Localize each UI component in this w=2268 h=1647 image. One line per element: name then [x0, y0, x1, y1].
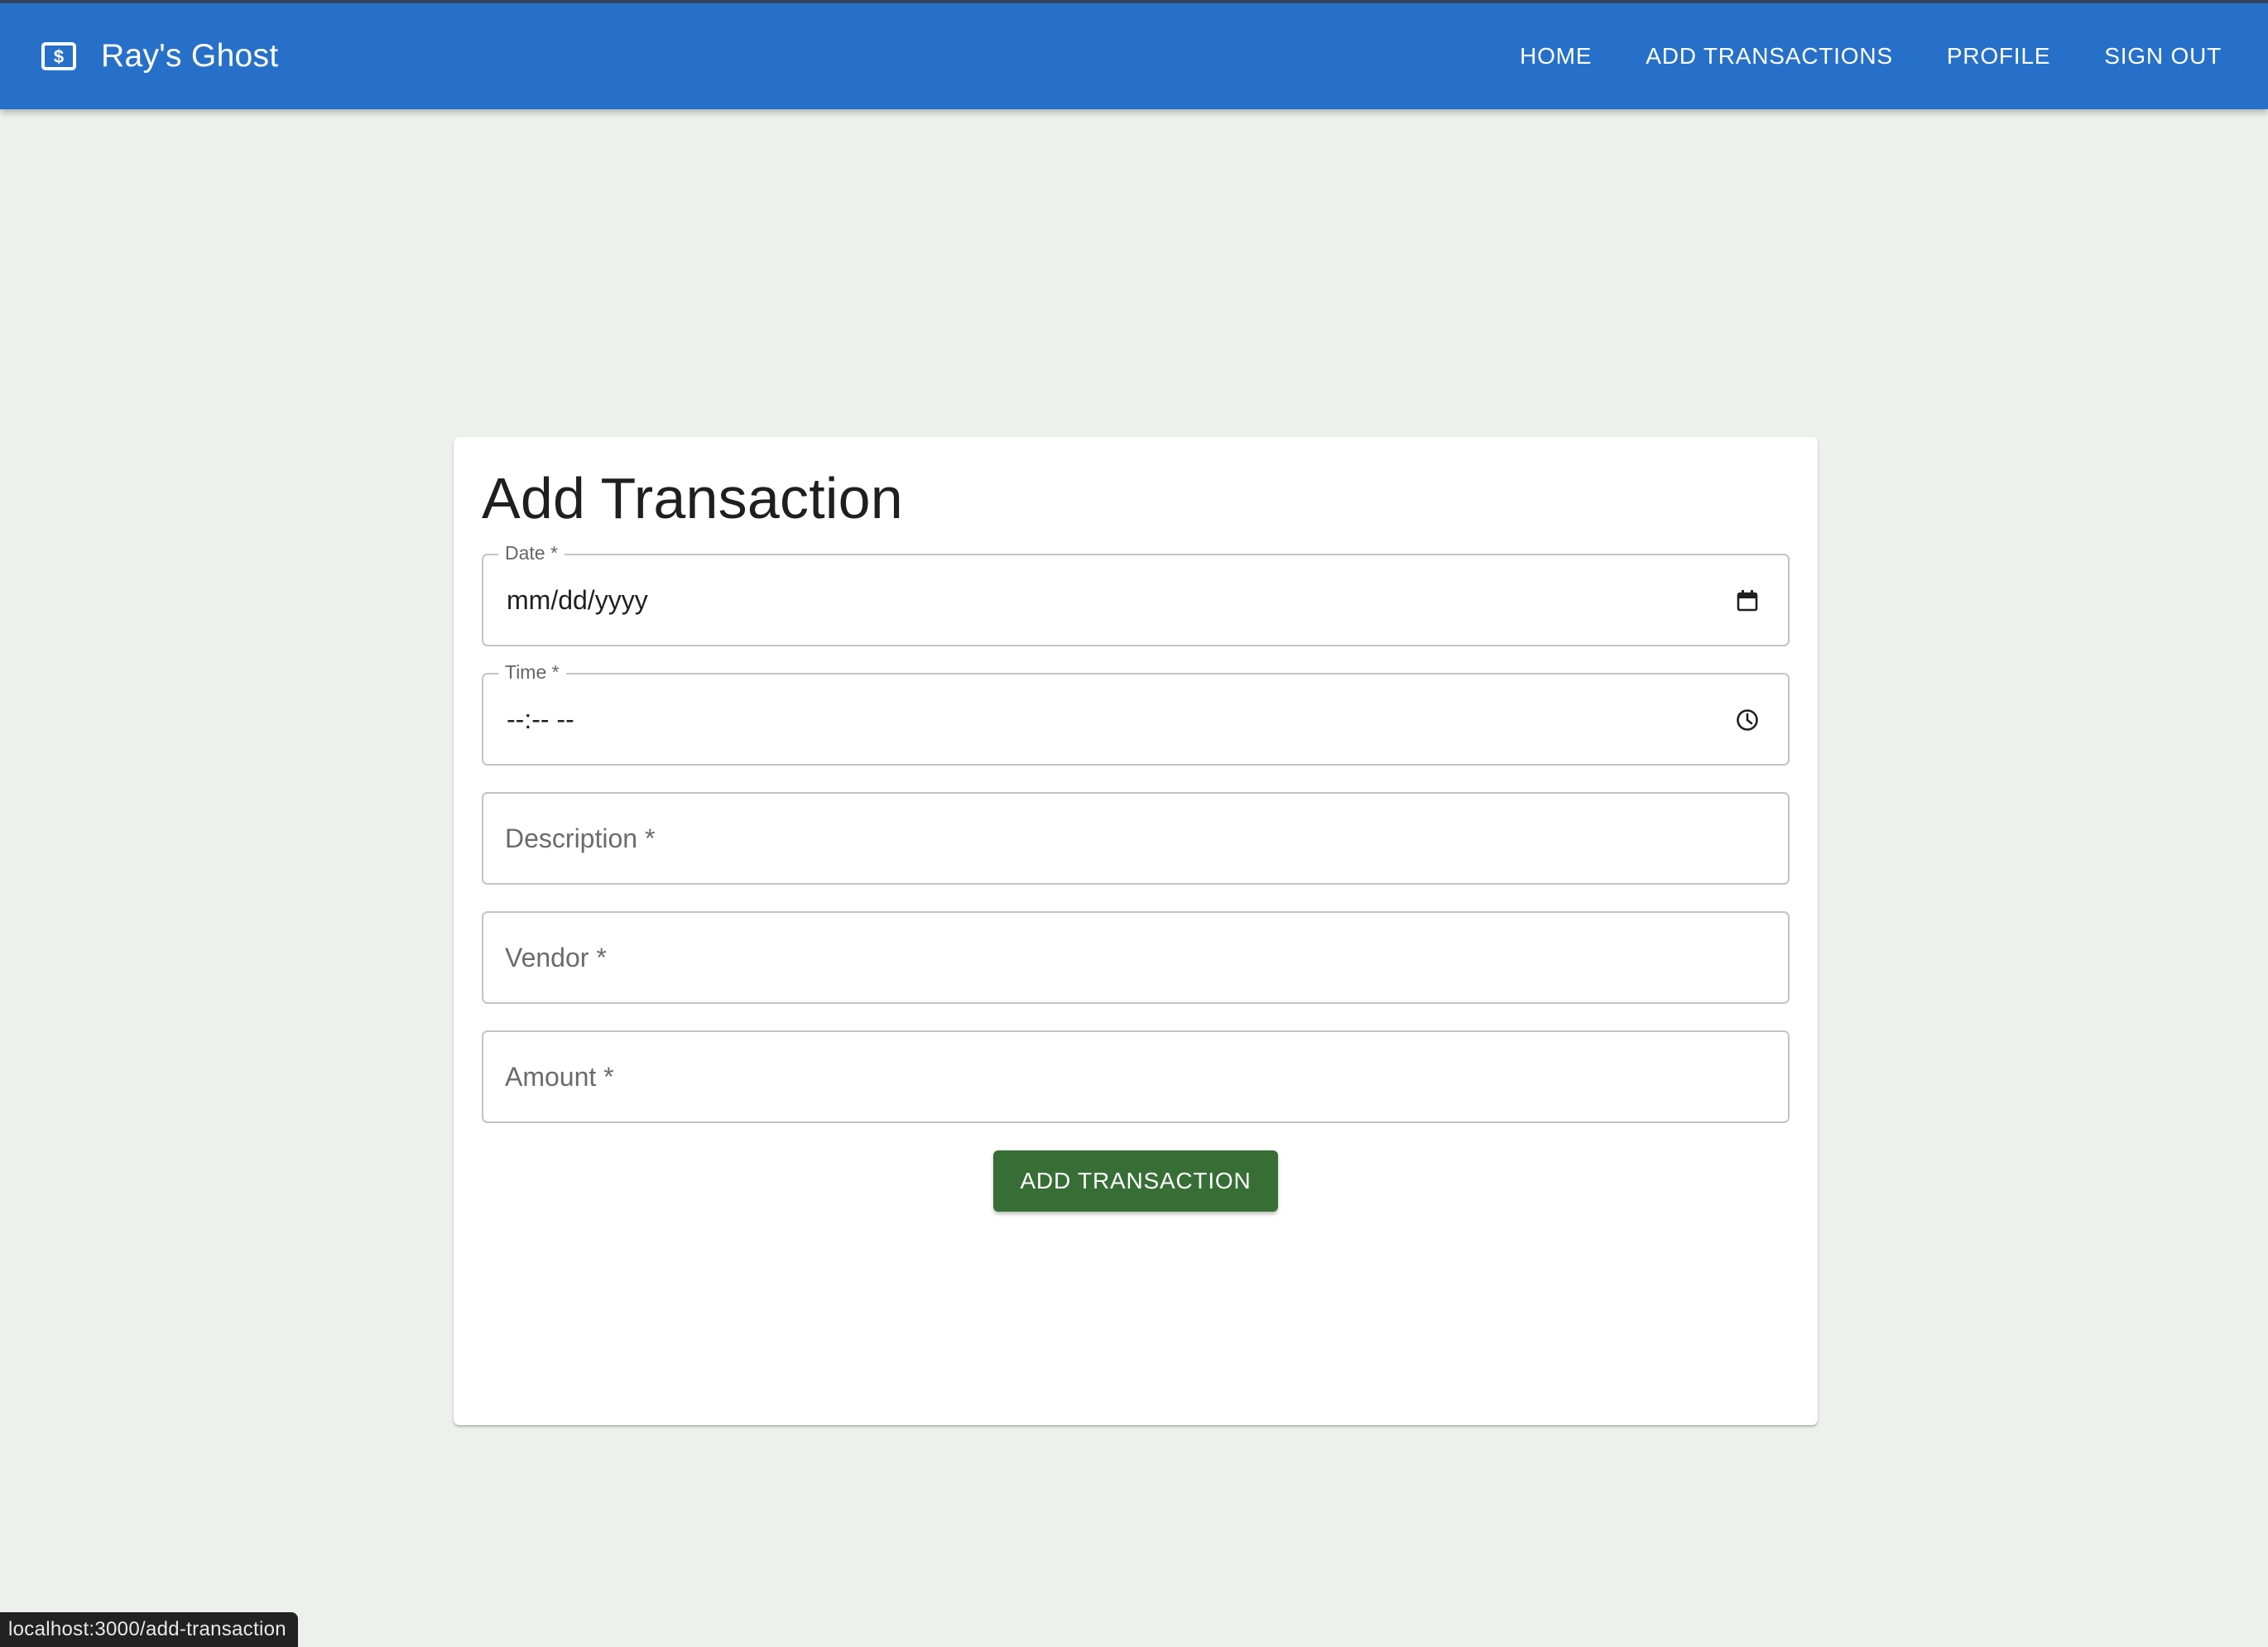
dollar-bill-icon: $: [41, 42, 76, 70]
date-value[interactable]: mm/dd/yyyy: [507, 555, 648, 645]
description-field[interactable]: Description *: [482, 792, 1790, 885]
nav-add-transactions[interactable]: ADD TRANSACTIONS: [1646, 43, 1893, 70]
calendar-icon[interactable]: [1735, 588, 1760, 613]
status-bar-url: localhost:3000/add-transaction: [0, 1612, 298, 1647]
description-input[interactable]: Description *: [505, 794, 655, 883]
clock-icon[interactable]: [1735, 708, 1760, 732]
amount-input[interactable]: Amount *: [505, 1032, 614, 1121]
vendor-input[interactable]: Vendor *: [505, 913, 607, 1002]
nav-sign-out[interactable]: SIGN OUT: [2104, 43, 2222, 70]
vendor-field[interactable]: Vendor *: [482, 911, 1790, 1004]
svg-text:$: $: [54, 46, 64, 67]
nav-home[interactable]: HOME: [1520, 43, 1592, 70]
app-title: Ray's Ghost: [101, 38, 279, 74]
page-title: Add Transaction: [482, 466, 903, 531]
add-transaction-button[interactable]: ADD TRANSACTION: [993, 1150, 1278, 1212]
time-value[interactable]: --:-- --: [507, 675, 574, 764]
top-nav: HOME ADD TRANSACTIONS PROFILE SIGN OUT: [1520, 43, 2222, 70]
date-field[interactable]: Date * mm/dd/yyyy: [482, 542, 1790, 646]
nav-profile[interactable]: PROFILE: [1947, 43, 2050, 70]
app-bar: $ Ray's Ghost HOME ADD TRANSACTIONS PROF…: [0, 0, 2268, 109]
time-field[interactable]: Time * --:-- --: [482, 661, 1790, 766]
brand[interactable]: $ Ray's Ghost: [41, 38, 279, 74]
amount-field[interactable]: Amount *: [482, 1030, 1790, 1123]
add-transaction-card: Add Transaction Date * mm/dd/yyyy Time *…: [454, 437, 1818, 1425]
